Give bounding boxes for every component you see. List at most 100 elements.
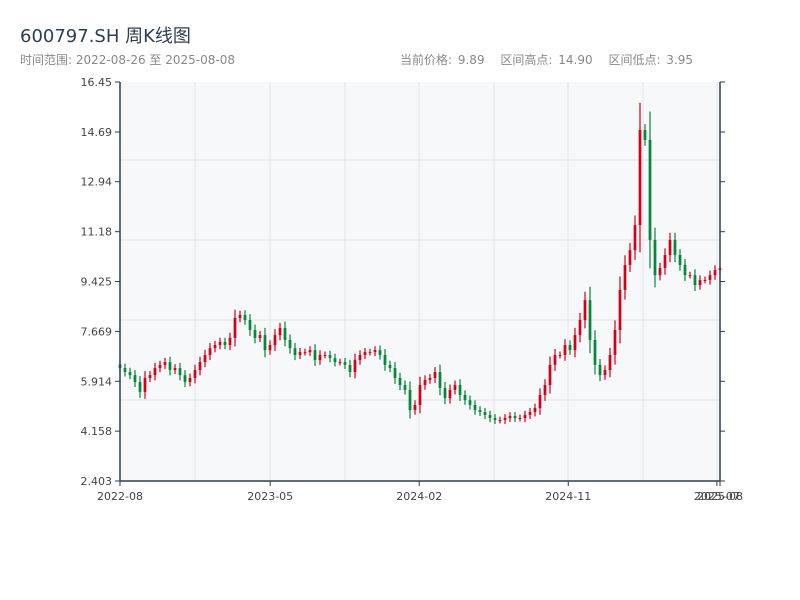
candle-body [708, 275, 712, 280]
candle-body [153, 368, 157, 376]
x-tick-label: 2024-02 [396, 490, 442, 503]
candle-body [448, 389, 452, 399]
candle-body [163, 362, 167, 365]
candle-body [573, 335, 577, 351]
candle-body [648, 139, 652, 240]
candle-body [578, 320, 582, 336]
candle-body [383, 354, 387, 365]
y-tick-label: 7.669 [81, 325, 113, 338]
candle-body [263, 335, 267, 351]
candle-body [328, 354, 332, 359]
candle-body [123, 368, 127, 373]
candle-body [353, 360, 357, 373]
candle-body [678, 254, 682, 265]
candle-body [413, 404, 417, 411]
candle-body [528, 412, 532, 415]
candle-body [593, 339, 597, 365]
candle-body [553, 354, 557, 365]
candle-body [473, 404, 477, 411]
candle-body [298, 352, 302, 355]
candle-body [283, 327, 287, 340]
candle-body [453, 385, 457, 390]
candle-body [258, 335, 262, 338]
x-tick-label: 2022-08 [97, 490, 143, 503]
candle-body [548, 364, 552, 386]
candle-body [148, 375, 152, 378]
y-tick-label: 14.69 [81, 126, 113, 139]
candle-body [533, 408, 537, 413]
y-tick-label: 12.94 [81, 176, 113, 189]
candle-body [348, 364, 352, 373]
candle-body [503, 418, 507, 421]
candle-body [408, 389, 412, 411]
candle-body [568, 345, 572, 351]
candle-body [508, 416, 512, 419]
x-tick-label: 2024-11 [545, 490, 591, 503]
candle-body [653, 239, 657, 276]
candle-body [133, 375, 137, 382]
candle-body [603, 370, 607, 376]
candle-body [688, 275, 692, 277]
x-tick-label: 2025-08 [697, 490, 743, 503]
candle-body [273, 335, 277, 346]
candlestick-chart: 2.403 4.158 5.914 7.669 9.425 11.18 12.94 14.69… [81, 76, 743, 503]
y-tick-label: 4.158 [81, 425, 113, 438]
candle-body [643, 130, 647, 140]
candle-body [233, 318, 237, 338]
candle-body [673, 239, 677, 255]
candle-body [278, 327, 282, 336]
candle-body [443, 387, 447, 399]
candle-body [698, 279, 702, 286]
candle-body [138, 381, 142, 392]
plot-area [120, 82, 720, 481]
candle-body [393, 368, 397, 378]
candle-body [423, 379, 427, 386]
candle-body [523, 414, 527, 419]
candle-body [628, 250, 632, 265]
candle-body [583, 300, 587, 321]
candle-body [478, 410, 482, 413]
candle-body [668, 239, 672, 255]
candle-body [418, 385, 422, 405]
candle-body [463, 395, 467, 401]
candle-body [158, 364, 162, 369]
candle-body [228, 337, 232, 346]
x-tick-label: 2023-05 [247, 490, 293, 503]
candle-body [513, 416, 517, 419]
y-tick-label: 11.18 [81, 226, 113, 239]
candle-body [498, 420, 502, 422]
candle-body [268, 345, 272, 351]
candle-body [288, 339, 292, 349]
candle-body [208, 348, 212, 355]
candle-body [518, 418, 522, 420]
y-tick-label: 5.914 [81, 375, 113, 388]
candle-body [378, 350, 382, 355]
candle-body [638, 130, 642, 226]
candle-body [248, 320, 252, 330]
candle-body [558, 354, 562, 356]
candle-body [358, 354, 362, 361]
candle-body [658, 268, 662, 276]
candle-body [198, 362, 202, 371]
candle-body [243, 314, 247, 321]
candle-body [343, 362, 347, 365]
candle-body [493, 418, 497, 421]
candle-body [623, 264, 627, 290]
candle-body [178, 368, 182, 376]
candle-body [168, 362, 172, 371]
candle-body [618, 289, 622, 330]
candle-body [588, 300, 592, 340]
candle-body [238, 314, 242, 319]
candle-body [438, 372, 442, 388]
candle-body [188, 377, 192, 382]
candle-body [538, 395, 542, 409]
candle-body [398, 377, 402, 386]
y-tick-label: 2.403 [81, 475, 113, 488]
candle-body [338, 362, 342, 364]
candle-body [543, 385, 547, 396]
candle-body [128, 372, 132, 376]
candle-body [488, 414, 492, 419]
candle-body [388, 364, 392, 369]
candle-body [713, 270, 717, 276]
candle-body [563, 345, 567, 355]
